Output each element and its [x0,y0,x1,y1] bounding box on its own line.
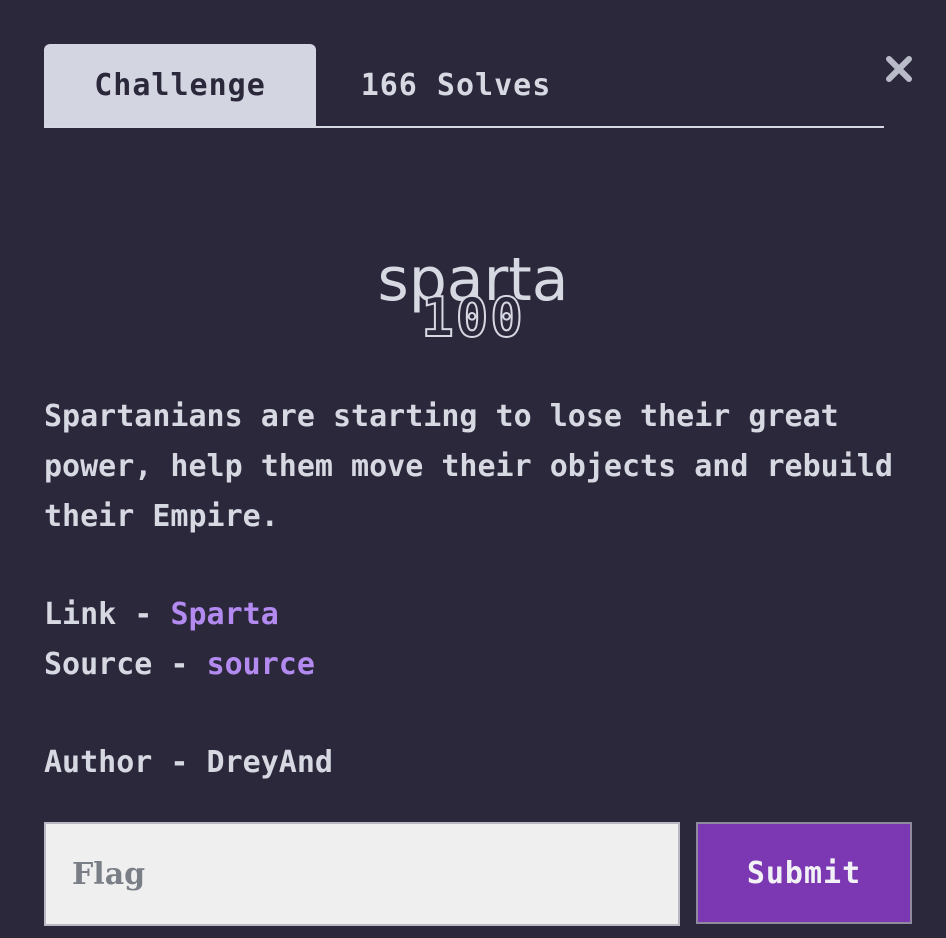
challenge-description: Spartanians are starting to lose their g… [44,392,914,542]
source-label: Source - [44,647,207,682]
link-line: Link - Sparta [44,590,279,640]
link-label: Link - [44,597,171,632]
source-line: Source - source [44,640,315,690]
author-line: Author - DreyAnd [44,745,333,780]
challenge-tabs: Challenge 166 Solves [44,44,884,128]
close-icon[interactable] [880,50,918,88]
challenge-points: 100 [420,286,525,349]
source-link[interactable]: source [207,647,315,682]
flag-input[interactable] [44,822,680,926]
tab-challenge[interactable]: Challenge [44,44,316,126]
description-text: Spartanians are starting to lose their g… [44,399,893,534]
submit-button[interactable]: Submit [696,822,912,924]
tab-solves[interactable]: 166 Solves [326,44,586,126]
sparta-link[interactable]: Sparta [170,597,278,632]
